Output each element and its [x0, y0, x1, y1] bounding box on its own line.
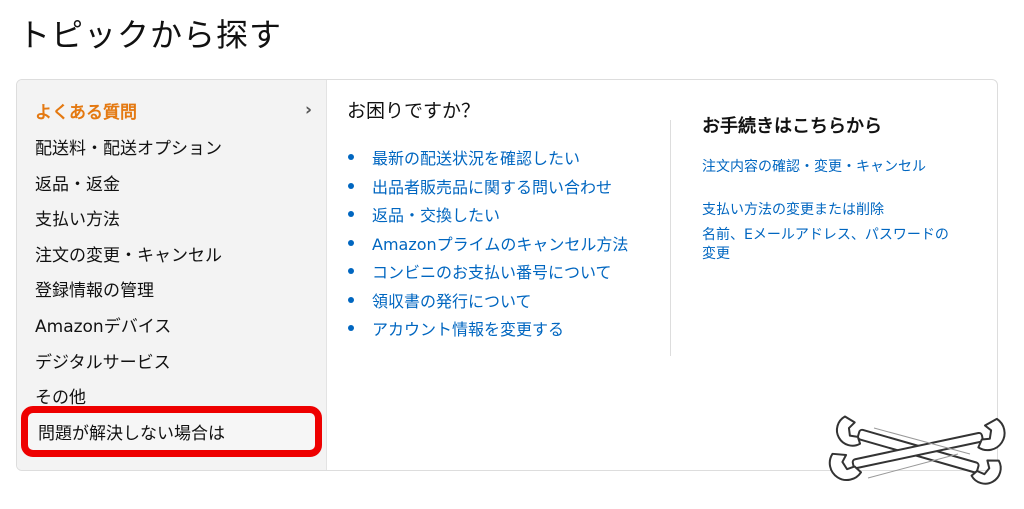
sidebar-item-account[interactable]: 登録情報の管理 — [35, 276, 154, 301]
bullet-icon — [348, 182, 354, 189]
faq-heading: お困りですか？ — [347, 100, 481, 122]
sidebar-item-faq[interactable]: よくある質問 — [35, 98, 137, 123]
faq-link[interactable]: 領収書の発行について — [372, 288, 532, 312]
sidebar-item-payment[interactable]: 支払い方法 — [35, 205, 120, 230]
bullet-icon — [348, 239, 354, 246]
procedures-heading: お手続きはこちらから — [702, 116, 882, 137]
sidebar-item-shipping[interactable]: 配送料・配送オプション — [35, 134, 222, 159]
sidebar-item-amazon-devices[interactable]: Amazonデバイス — [35, 312, 171, 337]
list-item: Amazonプライムのキャンセル方法 — [348, 229, 628, 258]
topics-sidebar: よくある質問 › 配送料・配送オプション 返品・返金 支払い方法 注文の変更・キ… — [17, 80, 327, 470]
procedure-link-order[interactable]: 注文内容の確認・変更・キャンセル — [702, 158, 952, 177]
bullet-icon — [348, 211, 354, 218]
faq-link[interactable]: 最新の配送状況を確認したい — [372, 145, 580, 169]
procedure-link-account-details[interactable]: 名前、Eメールアドレス、パスワードの変更 — [702, 226, 952, 264]
chevron-right-icon: › — [304, 100, 312, 120]
list-item: 最新の配送状況を確認したい — [348, 143, 628, 172]
list-item: アカウント情報を変更する — [348, 314, 628, 343]
sidebar-item-returns[interactable]: 返品・返金 — [35, 170, 120, 195]
faq-link[interactable]: アカウント情報を変更する — [372, 316, 564, 340]
list-item: コンビニのお支払い番号について — [348, 257, 628, 286]
procedure-link-payment[interactable]: 支払い方法の変更または削除 — [702, 201, 952, 220]
list-item: 領収書の発行について — [348, 286, 628, 315]
list-item: 返品・交換したい — [348, 200, 628, 229]
faq-link[interactable]: コンビニのお支払い番号について — [372, 259, 612, 283]
sidebar-item-unresolved[interactable]: 問題が解決しない場合は — [21, 406, 322, 457]
column-divider — [670, 120, 671, 356]
bullet-icon — [348, 268, 354, 275]
list-item: 出品者販売品に関する問い合わせ — [348, 172, 628, 201]
wrenches-icon — [828, 415, 1006, 485]
faq-link[interactable]: 出品者販売品に関する問い合わせ — [372, 174, 612, 198]
bullet-icon — [348, 296, 354, 303]
faq-list: 最新の配送状況を確認したい 出品者販売品に関する問い合わせ 返品・交換したい A… — [348, 143, 628, 343]
page-title: トピックから探す — [18, 16, 283, 54]
sidebar-item-digital-services[interactable]: デジタルサービス — [35, 348, 171, 373]
sidebar-item-unresolved-label: 問題が解決しない場合は — [38, 424, 225, 444]
sidebar-item-other[interactable]: その他 — [35, 383, 86, 408]
bullet-icon — [348, 154, 354, 161]
bullet-icon — [348, 325, 354, 332]
faq-link[interactable]: Amazonプライムのキャンセル方法 — [372, 231, 628, 255]
sidebar-item-order-changes[interactable]: 注文の変更・キャンセル — [35, 241, 222, 266]
faq-link[interactable]: 返品・交換したい — [372, 202, 500, 226]
